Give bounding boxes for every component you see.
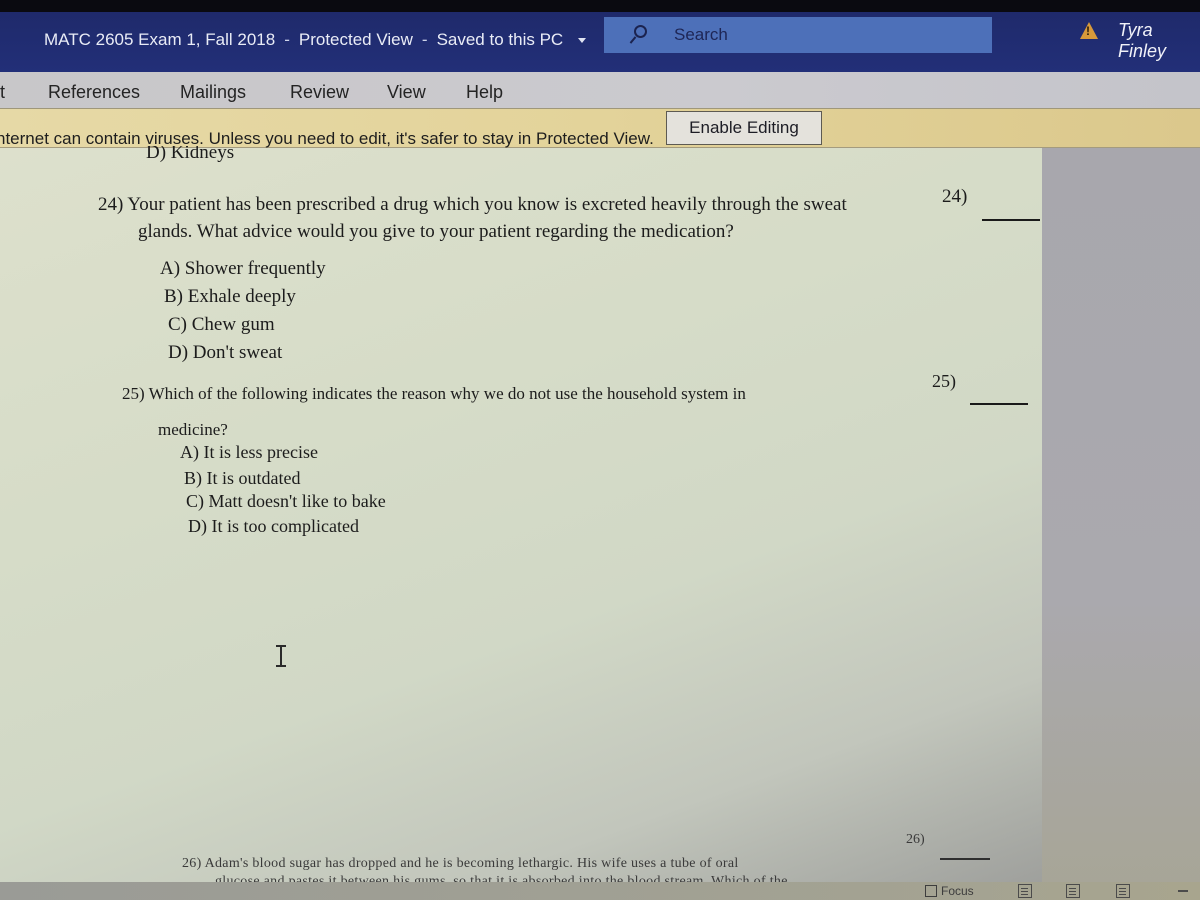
question-text-line: 25) Which of the following indicates the… — [122, 384, 746, 403]
save-status[interactable]: Saved to this PC — [437, 30, 564, 50]
protected-view-message: nternet can contain viruses. Unless you … — [0, 129, 654, 148]
document-name: MATC 2605 Exam 1, Fall 2018 — [44, 30, 276, 49]
tab-review[interactable]: Review — [290, 82, 349, 103]
web-layout-icon[interactable] — [1116, 884, 1130, 898]
user-account[interactable]: Tyra Finley — [1118, 20, 1200, 62]
text-cursor-icon — [276, 645, 286, 667]
enable-editing-button[interactable]: Enable Editing — [666, 111, 822, 145]
print-layout-icon[interactable] — [1066, 884, 1080, 898]
read-mode-icon[interactable] — [1018, 884, 1032, 898]
search-label: Search — [674, 25, 728, 44]
tab-insert-partial[interactable]: t — [0, 82, 5, 103]
answer-option[interactable]: C) Matt doesn't like to bake — [186, 491, 386, 512]
search-icon — [626, 22, 652, 48]
answer-option[interactable]: A) Shower frequently — [160, 258, 326, 280]
answer-option[interactable]: D) Don't sweat — [168, 342, 282, 364]
answer-number: 26) — [906, 832, 925, 847]
page-gutter — [1042, 148, 1200, 900]
tab-view[interactable]: View — [387, 82, 426, 103]
view-mode: Protected View — [298, 30, 413, 49]
question-text-line: medicine? — [158, 420, 228, 439]
answer-option[interactable]: B) It is outdated — [184, 468, 300, 489]
focus-label: Focus — [941, 884, 974, 898]
document-area[interactable]: D) Kidneys 24) Your patient has been pre… — [0, 146, 1200, 900]
status-bar: Focus — [0, 882, 1200, 900]
answer-option[interactable]: A) It is less precise — [180, 442, 318, 463]
previous-option-fragment: D) Kidneys — [146, 146, 235, 163]
focus-button[interactable]: Focus — [925, 884, 974, 898]
focus-icon — [925, 885, 937, 897]
answer-blank[interactable] — [940, 858, 990, 860]
tab-mailings[interactable]: Mailings — [180, 82, 246, 103]
question-text-line: 26) Adam's blood sugar has dropped and h… — [182, 856, 739, 871]
question-text-line: glands. What advice would you give to yo… — [138, 221, 734, 242]
chevron-down-icon[interactable] — [578, 37, 587, 43]
search-box[interactable]: Search — [604, 17, 992, 53]
answer-blank[interactable] — [982, 219, 1040, 221]
answer-number: 25) — [932, 371, 956, 391]
answer-blank[interactable] — [970, 403, 1028, 405]
protected-view-bar: nternet can contain viruses. Unless you … — [0, 108, 1200, 148]
answer-option[interactable]: C) Chew gum — [168, 314, 275, 336]
zoom-out-icon[interactable] — [1178, 890, 1188, 892]
tab-references[interactable]: References — [48, 82, 140, 103]
title-bar: MATC 2605 Exam 1, Fall 2018 - Protected … — [0, 12, 1200, 72]
title-separator: - — [421, 30, 428, 49]
answer-option[interactable]: D) It is too complicated — [188, 516, 359, 537]
answer-option[interactable]: B) Exhale deeply — [164, 286, 296, 308]
title-separator: - — [284, 30, 290, 49]
document-page[interactable]: D) Kidneys 24) Your patient has been pre… — [0, 146, 1042, 900]
window-title: MATC 2605 Exam 1, Fall 2018 - Protected … — [44, 30, 587, 50]
warning-icon[interactable] — [1080, 22, 1098, 39]
question-text-line: 24) Your patient has been prescribed a d… — [98, 194, 847, 215]
answer-number: 24) — [942, 186, 968, 207]
tab-help[interactable]: Help — [466, 82, 503, 103]
